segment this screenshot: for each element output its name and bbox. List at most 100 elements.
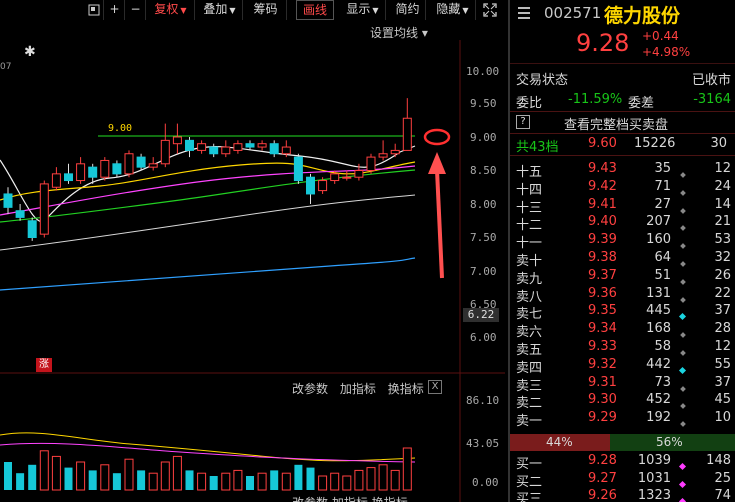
candle-body[interactable] <box>197 143 207 151</box>
simple-mode-button[interactable]: 简约 <box>390 0 426 20</box>
candle-body[interactable] <box>330 173 340 182</box>
ask-level-row[interactable]: 卖五 9.33 58 12 <box>510 338 735 358</box>
level-price: 9.32 <box>588 356 617 372</box>
candle-body[interactable] <box>318 180 328 192</box>
candle-body[interactable] <box>378 153 388 158</box>
level-volume: 131 <box>646 285 671 301</box>
candle-body[interactable] <box>245 143 255 148</box>
add-indicator-button[interactable]: 加指标 <box>332 496 368 502</box>
level-count: 45 <box>714 392 731 408</box>
ask-level-row[interactable]: 十三 9.41 27 14 <box>510 196 735 216</box>
candle-body[interactable] <box>233 143 243 151</box>
adjust-rights-label: 复权 <box>154 2 179 16</box>
edit-params-button[interactable]: 改参数 <box>292 382 328 396</box>
level-label: 卖一 <box>516 414 543 430</box>
edit-params-button[interactable]: 改参数 <box>292 496 328 502</box>
candle-body[interactable] <box>64 173 73 182</box>
volume-bar <box>112 473 121 490</box>
candle-body[interactable] <box>160 139 170 165</box>
display-dropdown[interactable]: 显示 ▼ <box>340 0 386 20</box>
chip-button[interactable]: 筹码 <box>245 0 287 20</box>
volume-bar <box>185 470 194 490</box>
candle-body[interactable] <box>51 173 61 188</box>
ask-level-row[interactable]: 卖八 9.36 131 22 <box>510 285 735 305</box>
level-volume: 207 <box>646 214 671 230</box>
level-volume: 73 <box>654 374 671 390</box>
bid-level-row[interactable]: 买一 9.28 1039 148 <box>510 452 735 472</box>
menu-icon[interactable] <box>518 7 530 19</box>
ask-level-row[interactable]: 十一 9.39 160 53 <box>510 231 735 251</box>
candle-body[interactable] <box>185 139 194 151</box>
ask-level-row[interactable]: 卖二 9.30 452 45 <box>510 391 735 411</box>
add-indicator-button[interactable]: 加指标 <box>340 382 376 396</box>
candle-body[interactable] <box>354 170 364 178</box>
ask-level-row[interactable]: 卖三 9.31 73 37 <box>510 374 735 394</box>
ask-level-row[interactable]: 卖一 9.29 192 10 <box>510 409 735 430</box>
ask-level-row[interactable]: 十四 9.42 71 24 <box>510 178 735 198</box>
ask-level-row[interactable]: 十二 9.40 207 21 <box>510 213 735 233</box>
ask-level-row[interactable]: 十五 9.43 35 12 <box>510 160 735 180</box>
ask-level-row[interactable]: 卖九 9.37 51 26 <box>510 267 735 287</box>
candle-body[interactable] <box>402 117 412 151</box>
level-volume: 442 <box>646 356 671 372</box>
candle-body[interactable] <box>39 183 49 235</box>
switch-indicator-button[interactable]: 换指标 <box>388 382 424 396</box>
layout-icon[interactable] <box>84 0 104 20</box>
close-subchart-button[interactable]: X <box>428 380 442 394</box>
level-count: 148 <box>706 453 731 468</box>
overlay-dropdown[interactable]: 叠加 ▼ <box>197 0 243 20</box>
stock-name: 德力股份 <box>604 5 681 27</box>
candle-body[interactable] <box>100 159 110 178</box>
candle-body[interactable] <box>269 143 279 155</box>
candle-body[interactable] <box>306 176 315 195</box>
ma-settings-dropdown[interactable]: 设置均线 ▾ <box>370 24 428 41</box>
hide-dropdown[interactable]: 隐藏 ▼ <box>430 0 476 20</box>
ask-level-row[interactable]: 卖六 9.34 168 28 <box>510 320 735 340</box>
candle-body[interactable] <box>76 163 86 182</box>
candle-body[interactable] <box>15 210 25 218</box>
candle-body[interactable] <box>366 156 376 171</box>
candle-body[interactable] <box>221 146 231 155</box>
ask-level-row[interactable]: 卖十 9.38 64 32 <box>510 249 735 269</box>
candle-body[interactable] <box>148 163 158 168</box>
level-volume: 192 <box>646 410 671 426</box>
switch-indicator-button[interactable]: 换指标 <box>372 496 408 502</box>
zoom-in-button[interactable]: + <box>105 0 125 20</box>
vol-ma-line <box>0 432 416 462</box>
volume-bar <box>172 455 182 491</box>
full-book-link[interactable]: 查看完整档买卖盘 <box>564 114 668 133</box>
level-count: 28 <box>714 321 731 337</box>
candle-body[interactable] <box>136 156 146 168</box>
vol-tick: 0.00 <box>472 476 499 489</box>
candle-body[interactable] <box>88 166 98 178</box>
volume-bar <box>88 470 97 490</box>
candle-body[interactable] <box>124 153 134 175</box>
candle-body[interactable] <box>112 163 122 175</box>
bid-level-row[interactable]: 买二 9.27 1031 25 <box>510 470 735 490</box>
level-price: 9.28 <box>588 453 617 468</box>
candle-body[interactable] <box>390 149 400 155</box>
adjust-rights-dropdown[interactable]: 复权 ▼ <box>147 0 195 20</box>
candle-body[interactable] <box>293 156 303 182</box>
draw-line-button[interactable]: 画线 <box>296 0 334 20</box>
candle-body[interactable] <box>3 193 13 208</box>
annotation-circle <box>423 128 451 146</box>
candle-body[interactable] <box>281 146 291 155</box>
zoom-out-button[interactable]: − <box>126 0 146 20</box>
kline-chart-area[interactable]: + − 复权 ▼ 叠加 ▼ 筹码 画线 显示 ▼ 简约 隐藏 ▼ 设置均线 ▾ ✱ 07… <box>0 0 505 502</box>
candle-body[interactable] <box>209 146 219 155</box>
candle-body[interactable] <box>172 136 182 145</box>
candle-body[interactable] <box>342 176 352 179</box>
volume-bar <box>76 461 86 491</box>
level-volume: 1031 <box>637 470 671 486</box>
expand-icon[interactable] <box>480 0 500 20</box>
bid-level-row[interactable]: 买三 9.26 1323 74 <box>510 487 735 502</box>
ma5-line <box>0 145 416 223</box>
ask-level-row[interactable]: 卖七 9.35 445 37 <box>510 302 735 322</box>
volume-bar <box>257 472 267 491</box>
candle-body[interactable] <box>27 220 37 238</box>
full-book-row[interactable]: 查看完整档买卖盘 <box>510 113 735 133</box>
candle-body[interactable] <box>257 143 267 148</box>
ask-level-row[interactable]: 卖四 9.32 442 55 <box>510 356 735 376</box>
caret-down-icon: ▼ <box>180 6 187 15</box>
